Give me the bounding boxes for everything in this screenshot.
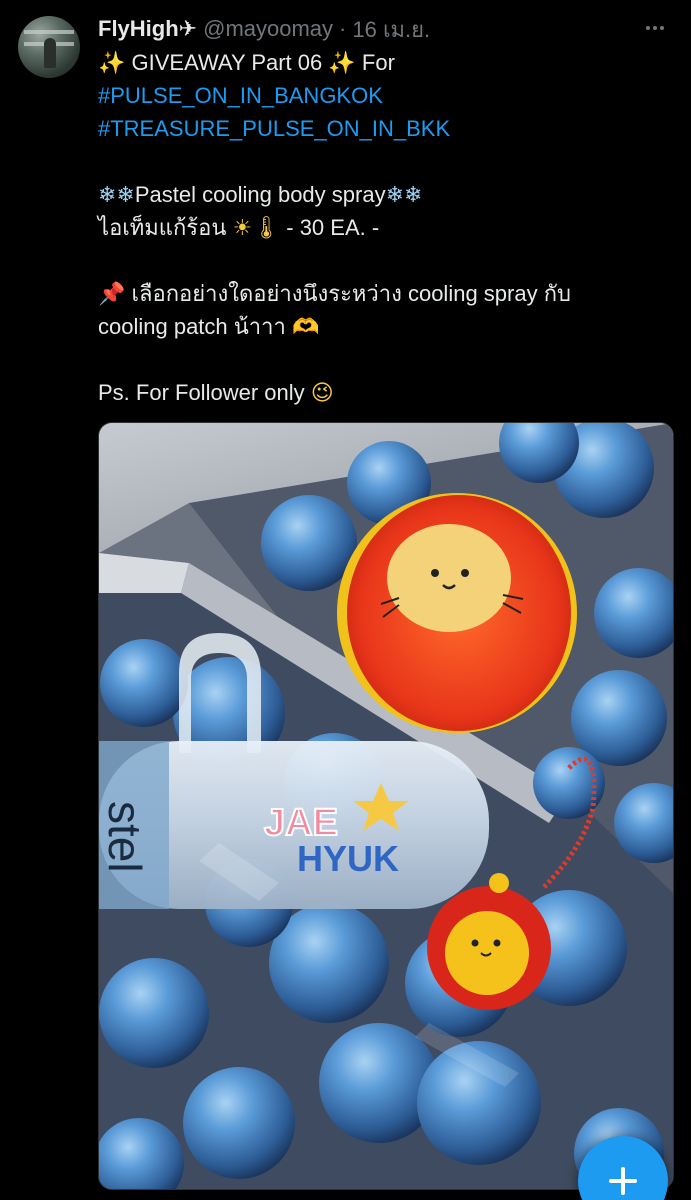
pushpin-emoji: 📌 <box>98 281 126 306</box>
plus-icon <box>609 1167 637 1195</box>
wink-emoji: 😉 <box>310 380 334 405</box>
tweet-header: FlyHigh ✈ @mayoomay · 16 เม.ย. <box>98 14 671 44</box>
text-line-4: ไอเท็มแก้ร้อน ☀🌡 - 30 EA. - <box>98 215 380 240</box>
text-line-3: ❄❄Pastel cooling body spray❄❄ <box>98 182 423 207</box>
display-name[interactable]: FlyHigh <box>98 16 179 42</box>
bottle-brand-text: stel <box>99 801 151 873</box>
plane-emoji: ✈ <box>178 16 198 41</box>
bottle-label-hyuk: HYUK <box>297 838 399 879</box>
sparkle-emoji: ✨ <box>98 50 126 75</box>
sparkle-emoji: ✨ <box>328 50 356 75</box>
sun-thermometer-emoji: ☀🌡 <box>232 215 281 240</box>
hashtag-pulse-on-in-bangkok[interactable]: #PULSE_ON_IN_BANGKOK <box>98 83 383 108</box>
tweet[interactable]: FlyHigh ✈ @mayoomay · 16 เม.ย. ✨ GIVEAWA… <box>0 0 691 1200</box>
hashtag-treasure-pulse-on-in-bkk[interactable]: #TREASURE_PULSE_ON_IN_BKK <box>98 116 450 141</box>
separator-dot: · <box>339 16 347 41</box>
snowflake-emoji: ❄❄ <box>385 182 423 207</box>
tweet-photo[interactable]: stel JAE HYUK <box>98 422 674 1190</box>
text-line-5: 📌 เลือกอย่างใดอย่างนึงระหว่าง cooling sp… <box>98 281 571 306</box>
photo-illustration: stel JAE HYUK <box>99 423 673 1189</box>
text-line-1: ✨ GIVEAWAY Part 06 ✨ For <box>98 50 395 75</box>
text-line-6: cooling patch น้าาา 🫶 <box>98 314 320 339</box>
timestamp[interactable]: 16 เม.ย. <box>352 12 430 47</box>
more-options-icon[interactable] <box>643 16 667 40</box>
text-line-7: Ps. For Follower only 😉 <box>98 380 334 405</box>
plush-toy <box>337 493 577 733</box>
tweet-text: ✨ GIVEAWAY Part 06 ✨ For #PULSE_ON_IN_BA… <box>98 46 667 409</box>
heart-hands-emoji: 🫶 <box>291 314 320 339</box>
user-handle[interactable]: @mayoomay <box>203 16 333 42</box>
avatar[interactable] <box>18 16 80 78</box>
snowflake-emoji: ❄❄ <box>98 182 135 207</box>
